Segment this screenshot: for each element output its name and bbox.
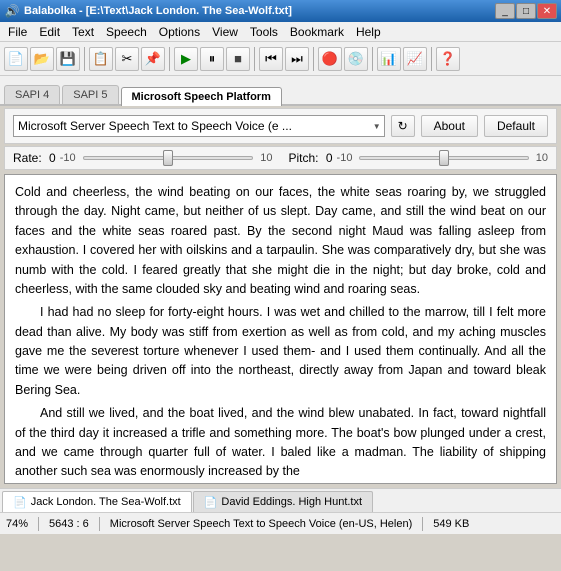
paragraph-1: Cold and cheerless, the wind beating on … (15, 183, 546, 299)
status-voice: Microsoft Server Speech Text to Speech V… (110, 518, 412, 530)
toolbar-sep-4 (313, 47, 314, 71)
rate-thumb[interactable] (163, 150, 173, 166)
tab-microsoft-speech[interactable]: Microsoft Speech Platform (121, 87, 282, 106)
disk-button[interactable]: 💿 (344, 47, 368, 71)
menu-view[interactable]: View (206, 23, 244, 41)
copy-button[interactable]: 📋 (89, 47, 113, 71)
bottom-tab-seawolf-icon: 📄 (13, 496, 27, 509)
app-icon: 🔊 (4, 3, 20, 19)
window-controls: _ □ ✕ (495, 3, 557, 19)
menu-file[interactable]: File (2, 23, 33, 41)
rate-group: Rate: 0 -10 10 (13, 151, 273, 165)
pitch-track (359, 156, 528, 160)
pitch-value: 0 (326, 151, 333, 165)
rate-label: Rate: (13, 151, 45, 165)
settings-button[interactable]: 📈 (403, 47, 427, 71)
toolbar-sep-1 (84, 47, 85, 71)
status-filesize: 549 KB (433, 518, 469, 530)
toolbar: 📄 📂 💾 📋 ✂ 📌 ▶ ⏸ ■ ⏮ ⏭ 🔴 💿 📊 📈 ❓ (0, 42, 561, 76)
bottom-tab-seawolf[interactable]: 📄 Jack London. The Sea-Wolf.txt (2, 491, 192, 512)
paragraph-2: I had had no sleep for forty-eight hours… (15, 303, 546, 400)
pitch-min: -10 (337, 152, 353, 164)
tab-bar: SAPI 4 SAPI 5 Microsoft Speech Platform (0, 76, 561, 106)
text-content: Cold and cheerless, the wind beating on … (5, 175, 556, 484)
bottom-tab-seawolf-label: Jack London. The Sea-Wolf.txt (31, 496, 181, 508)
rate-min: -10 (60, 152, 76, 164)
pause-button[interactable]: ⏸ (200, 47, 224, 71)
status-sep-2 (99, 517, 100, 531)
paste-button[interactable]: 📌 (141, 47, 165, 71)
voice-select-wrapper: Microsoft Server Speech Text to Speech V… (13, 115, 385, 137)
rewind-button[interactable]: ⏮ (259, 47, 283, 71)
menu-help[interactable]: Help (350, 23, 387, 41)
window-title: Balabolka - [E:\Text\Jack London. The Se… (24, 5, 292, 17)
status-sep-3 (422, 517, 423, 531)
pitch-label: Pitch: (289, 151, 322, 165)
toolbar-sep-5 (372, 47, 373, 71)
bottom-tab-highhunt-icon: 📄 (204, 496, 218, 509)
tab-sapi4[interactable]: SAPI 4 (4, 85, 60, 104)
menu-bookmark[interactable]: Bookmark (284, 23, 350, 41)
save-button[interactable]: 💾 (56, 47, 80, 71)
menu-bar: File Edit Text Speech Options View Tools… (0, 22, 561, 42)
status-position: 5643 : 6 (49, 518, 89, 530)
maximize-button[interactable]: □ (516, 3, 536, 19)
rate-max: 10 (260, 152, 272, 164)
status-bar: 74% 5643 : 6 Microsoft Server Speech Tex… (0, 512, 561, 534)
convert-button[interactable]: 📊 (377, 47, 401, 71)
title-bar: 🔊 Balabolka - [E:\Text\Jack London. The … (0, 0, 561, 22)
rate-track (83, 156, 254, 160)
menu-edit[interactable]: Edit (33, 23, 66, 41)
pitch-group: Pitch: 0 -10 10 (289, 151, 549, 165)
bottom-tab-highhunt-label: David Eddings. High Hunt.txt (221, 496, 362, 508)
open-button[interactable]: 📂 (30, 47, 54, 71)
about-button[interactable]: About (421, 115, 478, 137)
status-sep-1 (38, 517, 39, 531)
pitch-thumb[interactable] (439, 150, 449, 166)
paragraph-3: And still we lived, and the boat lived, … (15, 404, 546, 482)
cut-button[interactable]: ✂ (115, 47, 139, 71)
menu-options[interactable]: Options (153, 23, 206, 41)
menu-speech[interactable]: Speech (100, 23, 153, 41)
minimize-button[interactable]: _ (495, 3, 515, 19)
rate-value: 0 (49, 151, 56, 165)
bottom-tab-highhunt[interactable]: 📄 David Eddings. High Hunt.txt (193, 491, 373, 512)
status-zoom: 74% (6, 518, 28, 530)
new-button[interactable]: 📄 (4, 47, 28, 71)
sliders-area: Rate: 0 -10 10 Pitch: 0 -10 10 (4, 146, 557, 170)
bottom-tab-bar: 📄 Jack London. The Sea-Wolf.txt 📄 David … (0, 488, 561, 512)
pitch-max: 10 (536, 152, 548, 164)
voice-area: Microsoft Server Speech Text to Speech V… (4, 108, 557, 144)
close-button[interactable]: ✕ (537, 3, 557, 19)
toolbar-sep-6 (431, 47, 432, 71)
toolbar-sep-3 (254, 47, 255, 71)
record-button[interactable]: 🔴 (318, 47, 342, 71)
refresh-button[interactable]: ↻ (391, 115, 415, 137)
tab-sapi5[interactable]: SAPI 5 (62, 85, 118, 104)
play-button[interactable]: ▶ (174, 47, 198, 71)
default-button[interactable]: Default (484, 115, 548, 137)
voice-select[interactable]: Microsoft Server Speech Text to Speech V… (13, 115, 385, 137)
toolbar-sep-2 (169, 47, 170, 71)
forward-button[interactable]: ⏭ (285, 47, 309, 71)
stop-button[interactable]: ■ (226, 47, 250, 71)
text-container[interactable]: Cold and cheerless, the wind beating on … (4, 174, 557, 484)
menu-text[interactable]: Text (66, 23, 100, 41)
menu-tools[interactable]: Tools (244, 23, 284, 41)
help-button[interactable]: ❓ (436, 47, 460, 71)
